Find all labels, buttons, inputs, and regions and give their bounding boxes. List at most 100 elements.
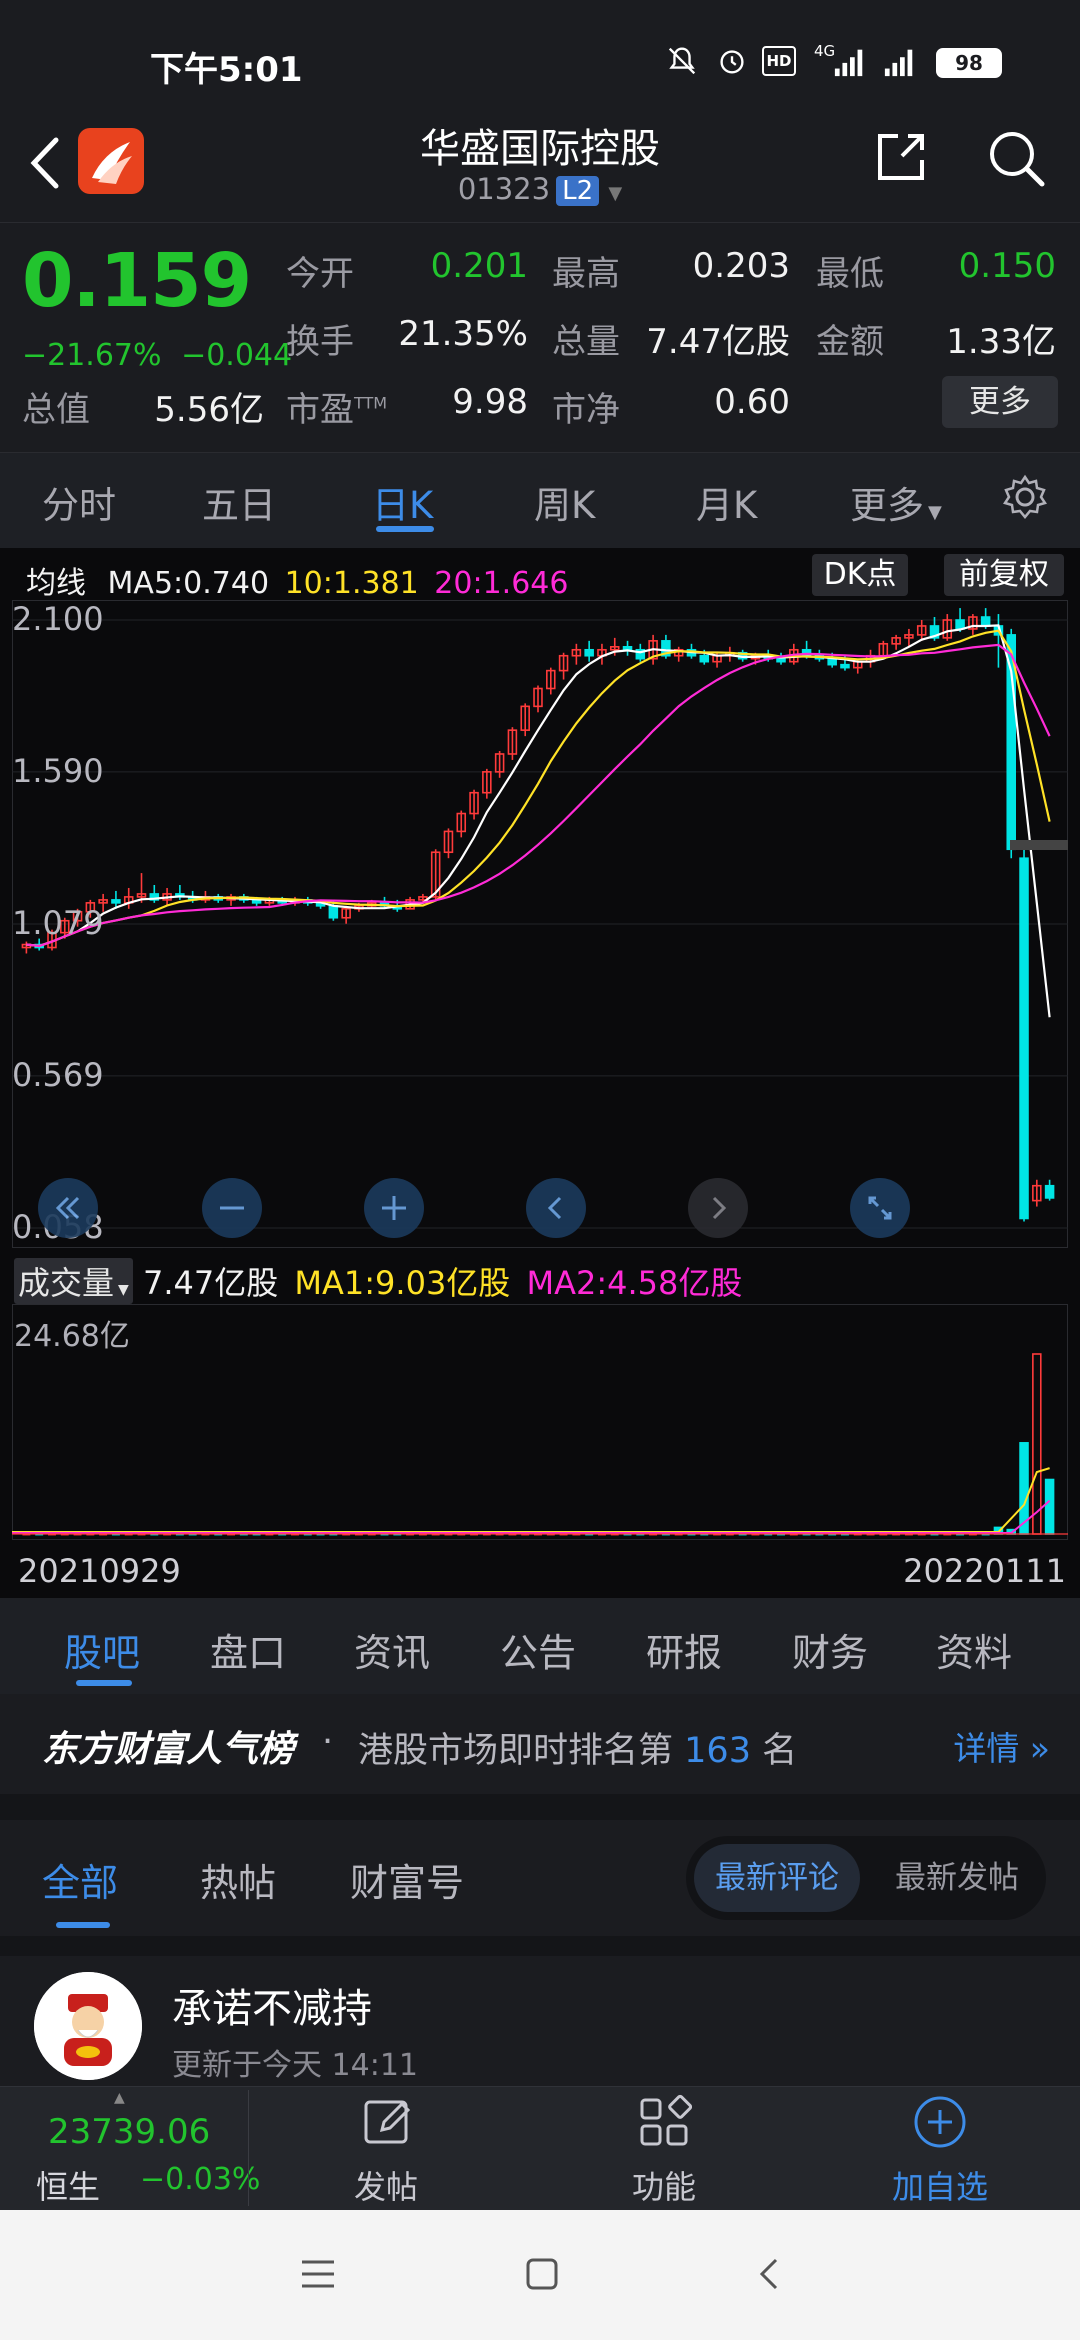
scroll-start-button[interactable] [38, 1178, 98, 1238]
battery-level: 98 [955, 51, 983, 75]
tab-weekly-k[interactable]: 周K [534, 475, 595, 529]
minus-icon [220, 1206, 244, 1210]
dash-marker [1010, 840, 1068, 850]
high-value: 0.203 [692, 246, 790, 286]
ma-label: 均线 [26, 566, 86, 601]
y-tick-label: 1.079 [12, 904, 104, 942]
l2-badge: L2 [556, 176, 600, 206]
home-icon[interactable] [522, 2254, 562, 2294]
ma5-line [26, 624, 1051, 1018]
nav-add-watchlist[interactable]: 加自选 [892, 2162, 988, 2208]
chart-end-date: 20220111 [903, 1552, 1066, 1590]
index-value[interactable]: 23739.06 [48, 2112, 210, 2152]
filter-fortune[interactable]: 财富号 [350, 1852, 464, 1907]
plus-icon [382, 1196, 406, 1220]
zoom-in-button[interactable] [364, 1178, 424, 1238]
current-price: 0.159 [22, 238, 252, 324]
candle [776, 657, 786, 663]
tab-five-day[interactable]: 五日 [202, 475, 276, 529]
kline-candles [21, 608, 1055, 1222]
volume-ma2: MA2:4.58亿股 [526, 1264, 743, 1302]
avatar[interactable] [34, 1972, 142, 2080]
scroll-right-button[interactable] [688, 1178, 748, 1238]
content-tab-indicator [76, 1680, 132, 1686]
index-change[interactable]: −0.03% [140, 2162, 260, 2197]
sort-latest-post[interactable]: 最新发帖 [872, 1844, 1042, 1912]
adjust-button[interactable]: 前复权 [944, 554, 1064, 596]
tab-news[interactable]: 资讯 [354, 1622, 430, 1677]
turnover-label: 换手 [286, 322, 354, 362]
grid-icon[interactable] [636, 2094, 692, 2150]
volume-bar [1032, 1353, 1042, 1535]
alarm-icon [720, 50, 744, 74]
menu-icon[interactable] [298, 2256, 338, 2292]
pe-ttm: TTM [354, 393, 388, 413]
nav-functions[interactable]: 功能 [632, 2162, 696, 2208]
scroll-left-button[interactable] [526, 1178, 586, 1238]
volume-chart[interactable]: 24.68亿 [12, 1304, 1068, 1540]
tab-finance[interactable]: 财务 [792, 1622, 868, 1677]
ma-legend: 均线 MA5:0.740 10:1.381 20:1.646 [26, 558, 568, 602]
quote-more-button[interactable]: 更多 [942, 376, 1058, 428]
candle [1019, 857, 1029, 1220]
tab-profile[interactable]: 资料 [936, 1622, 1012, 1677]
filter-all[interactable]: 全部 [42, 1852, 118, 1907]
post-time: 更新于今天 14:11 [172, 2048, 418, 2083]
rank-detail-link[interactable]: 详情 » [953, 1722, 1050, 1770]
kline-chart[interactable]: 2.1001.5901.0790.5690.058 [12, 600, 1068, 1248]
low-label: 最低 [816, 254, 884, 294]
candle [111, 899, 121, 904]
rank-text: 港股市场即时排名第 163 名 [358, 1722, 797, 1773]
rank-number: 163 [684, 1731, 751, 1771]
kline-grid [12, 619, 1068, 1229]
battery-icon: 98 [936, 48, 1002, 78]
ma5-value: MA5:0.740 [107, 566, 270, 601]
pe-label-text: 市盈 [286, 390, 354, 430]
tab-guba[interactable]: 股吧 [64, 1622, 140, 1677]
pb-value: 0.60 [714, 382, 790, 422]
sort-latest-comment[interactable]: 最新评论 [694, 1844, 860, 1912]
y-tick-label: 0.569 [12, 1056, 104, 1094]
candle [699, 654, 710, 663]
caret-up-icon: ▲ [114, 2090, 125, 2106]
amount-value: 1.33亿 [946, 322, 1056, 362]
signal-icon [834, 49, 863, 77]
dk-point-button[interactable]: DK点 [812, 554, 908, 596]
back-nav-icon[interactable] [754, 2254, 784, 2294]
volume-bars [12, 1353, 1068, 1536]
nav-post[interactable]: 发帖 [354, 2162, 418, 2208]
double-chevron-left-icon [55, 1196, 80, 1220]
filter-hot[interactable]: 热帖 [200, 1852, 276, 1907]
amount-label: 金额 [816, 322, 884, 362]
ma20-value: 20:1.646 [434, 566, 569, 601]
hd-icon: HD [762, 46, 796, 76]
expand-icon [868, 1196, 892, 1220]
pe-value: 9.98 [452, 382, 528, 422]
volume-indicator-select[interactable]: 成交量 ▼ [14, 1258, 133, 1304]
share-button[interactable] [872, 128, 930, 186]
tab-daily-k[interactable]: 日K [372, 475, 433, 529]
tab-intraday[interactable]: 分时 [42, 475, 116, 529]
section-divider-2 [0, 1936, 1080, 1956]
double-chevron-right-icon: » [1019, 1729, 1050, 1768]
index-name[interactable]: 恒生 [36, 2162, 100, 2208]
rank-title: 东方财富人气榜 [42, 1729, 295, 1770]
zoom-out-button[interactable] [202, 1178, 262, 1238]
add-circle-icon[interactable] [912, 2094, 968, 2150]
volume-ma1: MA1:9.03亿股 [294, 1264, 511, 1302]
tab-more[interactable]: 更多 ▼ [850, 475, 942, 529]
tab-pankou[interactable]: 盘口 [210, 1622, 286, 1677]
search-button[interactable] [984, 126, 1048, 190]
fullscreen-button[interactable] [850, 1178, 910, 1238]
rank-dot: · [322, 1722, 334, 1762]
mcap-label: 总值 [22, 390, 90, 430]
edit-icon[interactable] [360, 2094, 416, 2150]
tab-more-label: 更多 [850, 484, 924, 527]
status-time: 下午5:01 [150, 50, 303, 90]
post-item[interactable] [0, 1956, 1080, 2086]
candle [584, 648, 594, 657]
tab-research[interactable]: 研报 [646, 1622, 722, 1677]
tab-monthly-k[interactable]: 月K [696, 475, 757, 529]
tab-announcements[interactable]: 公告 [500, 1622, 576, 1677]
gear-icon[interactable] [1002, 474, 1048, 520]
